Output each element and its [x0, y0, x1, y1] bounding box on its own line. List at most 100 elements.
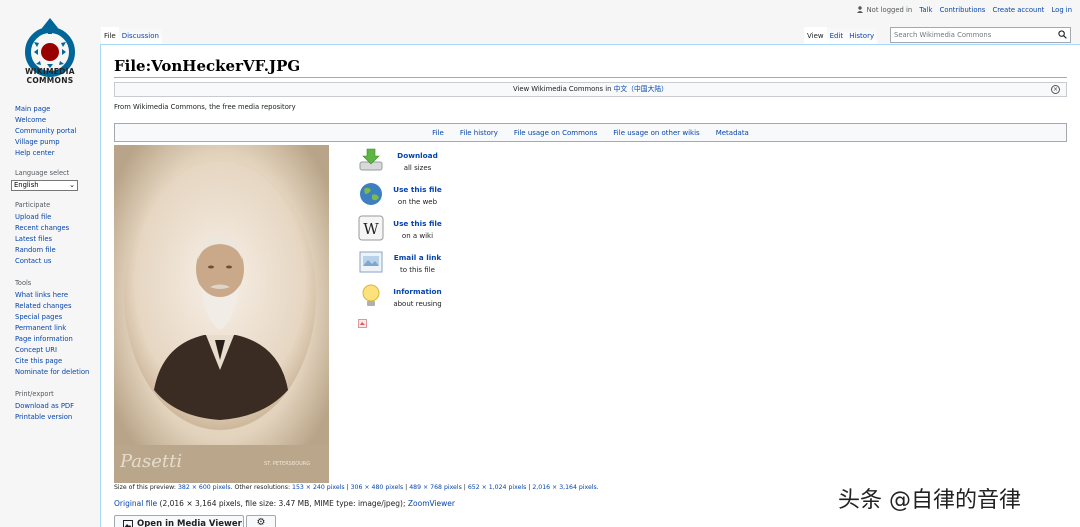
sidebar-item-download-pdf[interactable]: Download as PDF	[15, 401, 100, 412]
print-heading: Print/export	[15, 390, 54, 398]
logo-line-2: COMMONS	[26, 76, 74, 85]
action-use-on-web[interactable]: Use this file on the web	[358, 181, 448, 211]
tools-heading: Tools	[15, 279, 32, 287]
sidebar: WIKIMEDIA COMMONS Main page Welcome Comm…	[0, 0, 100, 527]
page-title: File:VonHeckerVF.JPG	[114, 57, 301, 75]
sidebar-item-help-center[interactable]: Help center	[15, 148, 100, 159]
sidebar-item-cite-this-page[interactable]: Cite this page	[15, 356, 100, 367]
language-notice-text: View Wikimedia Commons in	[513, 85, 614, 93]
create-account-link[interactable]: Create account	[993, 6, 1045, 14]
sidebar-item-nominate-for-deletion[interactable]: Nominate for deletion	[15, 367, 100, 378]
sidebar-item-welcome[interactable]: Welcome	[15, 115, 100, 126]
sidebar-item-random-file[interactable]: Random file	[15, 245, 100, 256]
language-select[interactable]: English ⌄	[11, 180, 78, 191]
language-heading: Language select	[15, 169, 70, 177]
sidebar-item-latest-files[interactable]: Latest files	[15, 234, 100, 245]
sidebar-item-page-information[interactable]: Page information	[15, 334, 100, 345]
tab-history[interactable]: History	[846, 27, 878, 45]
participate-heading: Participate	[15, 201, 51, 209]
toc-file[interactable]: File	[432, 129, 444, 137]
action-use-on-wiki[interactable]: W Use this file on a wiki	[358, 215, 448, 245]
information-title[interactable]: Information	[383, 287, 452, 296]
sidebar-item-recent-changes[interactable]: Recent changes	[15, 223, 100, 234]
sidebar-item-printable-version[interactable]: Printable version	[15, 412, 100, 423]
sidebar-item-special-pages[interactable]: Special pages	[15, 312, 100, 323]
search-icon[interactable]	[1058, 30, 1067, 39]
information-subtitle: about reusing	[393, 300, 442, 308]
broken-image-icon	[358, 319, 367, 328]
resolutions-line: Size of this preview: 382 × 600 pixels. …	[114, 484, 599, 491]
resolution-link-1[interactable]: 153 × 240 pixels	[292, 484, 345, 491]
content-area: File:VonHeckerVF.JPG View Wikimedia Comm…	[100, 44, 1080, 527]
language-section: Language select	[15, 169, 100, 180]
sidebar-item-upload-file[interactable]: Upload file	[15, 212, 100, 223]
preview-size-link[interactable]: 382 × 600 pixels	[178, 484, 231, 491]
logo-text: WIKIMEDIA COMMONS	[0, 67, 100, 85]
sidebar-item-concept-uri[interactable]: Concept URI	[15, 345, 100, 356]
chevron-down-icon: ⌄	[69, 181, 75, 189]
personal-tools: Not logged in Talk Contributions Create …	[857, 6, 1072, 14]
sidebar-item-permanent-link[interactable]: Permanent link	[15, 323, 100, 334]
resolution-link-2[interactable]: 306 × 480 pixels	[351, 484, 404, 491]
photo-signature: Pasetti	[119, 451, 182, 472]
talk-link[interactable]: Talk	[919, 6, 932, 14]
zoomviewer-link[interactable]: ZoomViewer	[408, 499, 455, 508]
action-email-link[interactable]: Email a link to this file	[358, 249, 448, 279]
participate-section: Participate Upload file Recent changes L…	[15, 201, 100, 267]
sidebar-item-main-page[interactable]: Main page	[15, 104, 100, 115]
open-media-viewer-label: Open in Media Viewer	[137, 519, 242, 527]
email-title[interactable]: Email a link	[383, 253, 452, 262]
svg-text:W: W	[363, 220, 379, 238]
email-icon	[359, 251, 383, 273]
tab-view[interactable]: View	[804, 27, 827, 45]
resolution-link-3[interactable]: 489 × 768 pixels	[409, 484, 462, 491]
resolutions-end: .	[596, 484, 599, 491]
close-icon[interactable]: ×	[1051, 85, 1060, 94]
file-preview-image[interactable]: Pasetti ST. PETERSBOURG	[114, 145, 329, 483]
use-wiki-subtitle: on a wiki	[401, 232, 434, 240]
sidebar-item-what-links-here[interactable]: What links here	[15, 290, 100, 301]
sidebar-navigation: Main page Welcome Community portal Villa…	[15, 104, 100, 159]
sidebar-item-contact-us[interactable]: Contact us	[15, 256, 100, 267]
action-download[interactable]: Download all sizes	[358, 147, 448, 177]
language-notice-link[interactable]: 中文（中国大陆）	[614, 85, 668, 93]
tab-edit[interactable]: Edit	[826, 27, 847, 45]
search-input[interactable]: Search Wikimedia Commons	[890, 27, 1071, 43]
tab-file[interactable]: File	[101, 27, 119, 45]
use-web-title[interactable]: Use this file	[383, 185, 452, 194]
resolution-link-5[interactable]: 2,016 × 3,164 pixels	[532, 484, 596, 491]
sidebar-item-community-portal[interactable]: Community portal	[15, 126, 100, 137]
original-file-info: (2,016 × 3,164 pixels, file size: 3.47 M…	[157, 499, 408, 508]
namespace-tabs: File Discussion	[101, 27, 162, 45]
download-title[interactable]: Download	[383, 151, 452, 160]
toc-file-usage-commons[interactable]: File usage on Commons	[514, 129, 597, 137]
title-divider	[114, 77, 1067, 78]
log-in-link[interactable]: Log in	[1052, 6, 1073, 14]
toc-metadata[interactable]: Metadata	[716, 129, 749, 137]
original-file-link[interactable]: Original file	[114, 499, 157, 508]
email-subtitle: to this file	[400, 266, 435, 274]
not-logged-in-text: Not logged in	[866, 6, 913, 14]
toc-file-history[interactable]: File history	[460, 129, 498, 137]
media-viewer-settings-button[interactable]: ⚙	[246, 515, 276, 527]
use-web-subtitle: on the web	[397, 198, 438, 206]
resolution-link-4[interactable]: 652 × 1,024 pixels	[468, 484, 526, 491]
use-wiki-title[interactable]: Use this file	[383, 219, 452, 228]
original-file-line: Original file (2,016 × 3,164 pixels, fil…	[114, 499, 455, 508]
view-tabs: View Edit History	[804, 27, 878, 45]
media-viewer-icon	[123, 520, 133, 527]
action-information[interactable]: Information about reusing	[358, 283, 448, 313]
gear-icon: ⚙	[256, 517, 266, 527]
language-select-value: English	[14, 181, 39, 189]
contributions-link[interactable]: Contributions	[940, 6, 986, 14]
sidebar-item-related-changes[interactable]: Related changes	[15, 301, 100, 312]
toc-file-usage-other-wikis[interactable]: File usage on other wikis	[613, 129, 699, 137]
watermark-text: 头条 @自律的音律	[838, 488, 1021, 513]
language-notice-bar: View Wikimedia Commons in 中文（中国大陆） ×	[114, 82, 1067, 97]
site-tagline: From Wikimedia Commons, the free media r…	[114, 103, 296, 111]
tools-section: Tools What links here Related changes Sp…	[15, 279, 100, 378]
logo-line-1: WIKIMEDIA	[25, 67, 75, 76]
sidebar-item-village-pump[interactable]: Village pump	[15, 137, 100, 148]
tab-discussion[interactable]: Discussion	[118, 27, 162, 45]
open-media-viewer-button[interactable]: Open in Media Viewer	[114, 515, 244, 527]
